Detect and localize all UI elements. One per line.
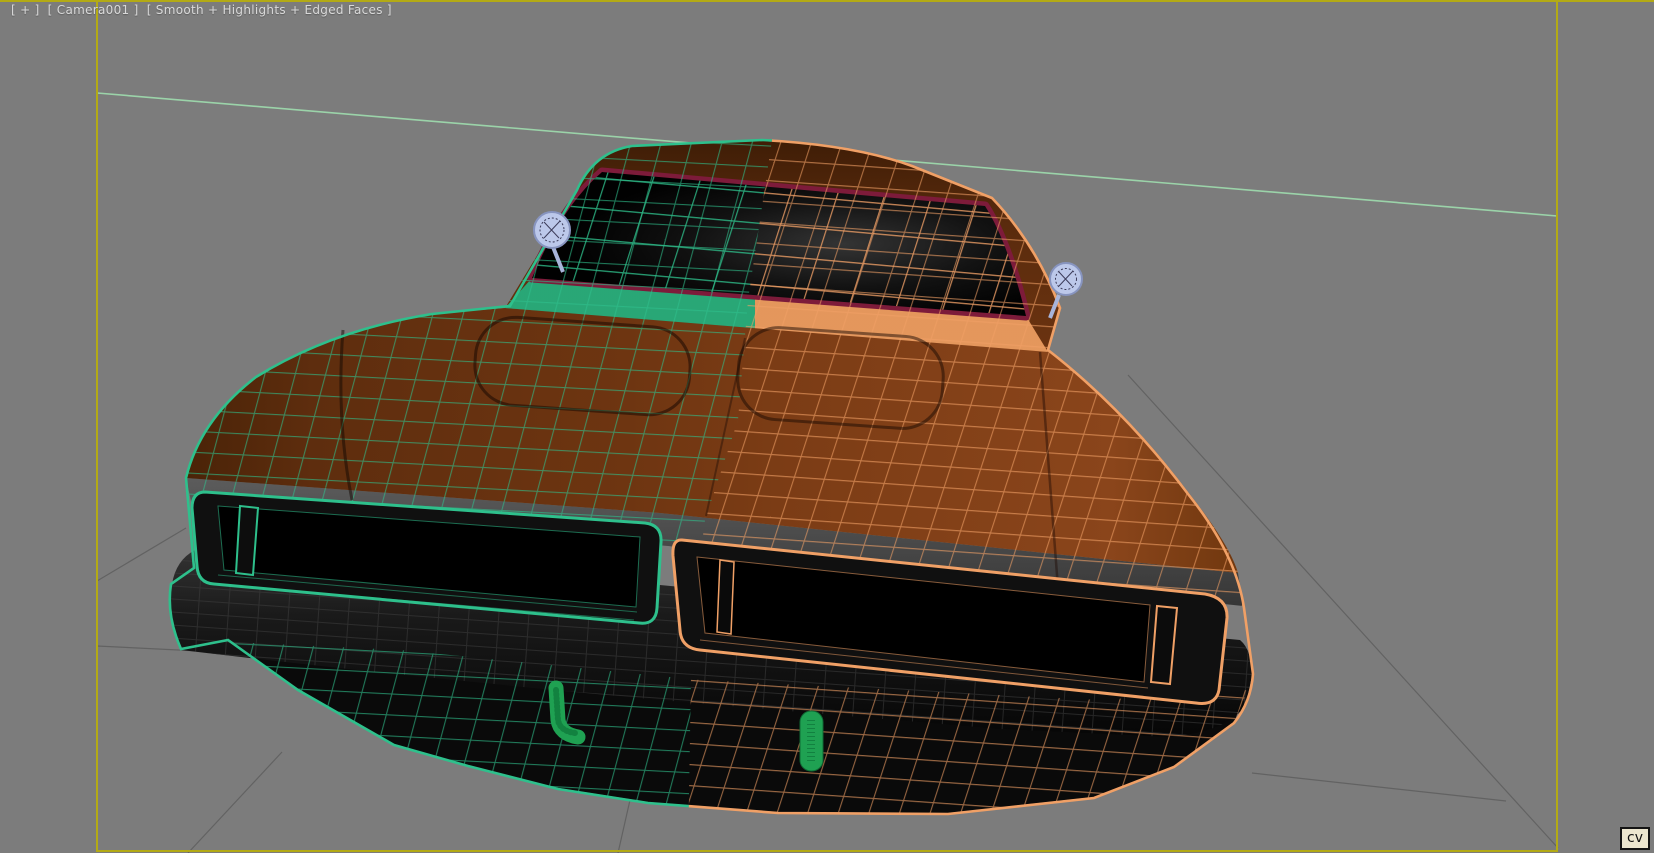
viewport-nav-menu[interactable]: [ + ] [11, 3, 40, 17]
grille-right-inner-divider [716, 559, 735, 635]
viewport-label: [ + ] [ Camera001 ] [ Smooth + Highlight… [11, 3, 396, 17]
viewport-canvas[interactable] [0, 0, 1654, 853]
viewport[interactable]: [ + ] [ Camera001 ] [ Smooth + Highlight… [0, 0, 1654, 853]
watermark-badge: cv [1620, 827, 1650, 850]
viewport-camera-menu[interactable]: [ Camera001 ] [48, 3, 139, 17]
viewport-shading-menu[interactable]: [ Smooth + Highlights + Edged Faces ] [147, 3, 392, 17]
headlight-door-left[interactable] [234, 504, 260, 577]
